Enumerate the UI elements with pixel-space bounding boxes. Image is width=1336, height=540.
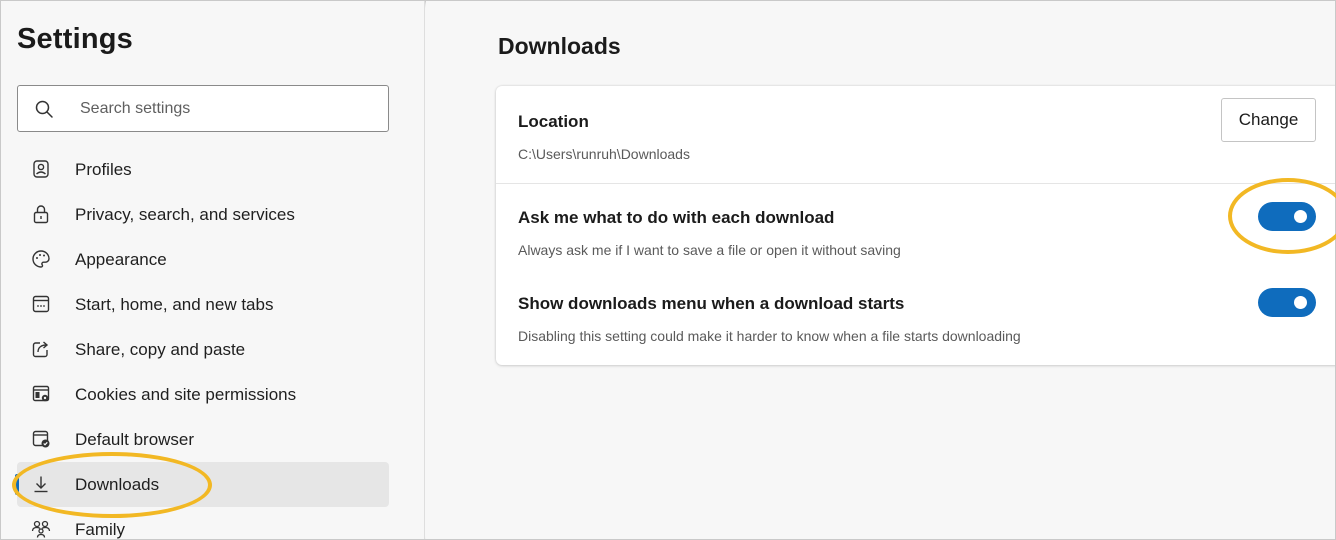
settings-sidebar: Settings Profiles Privacy, search, and s… [1,1,425,539]
search-icon [34,99,54,119]
location-row: Location C:\Users\runruh\Downloads Chang… [496,86,1335,184]
ask-each-download-title: Ask me what to do with each download [518,208,835,227]
toggle-knob [1294,210,1307,223]
sidebar-item-label: Appearance [75,249,167,269]
start-tab-icon [31,294,51,314]
sidebar-item-label: Family [75,519,126,539]
page-title: Downloads [498,33,621,59]
location-title: Location [518,112,589,131]
sidebar-item-privacy[interactable]: Privacy, search, and services [17,192,389,237]
sidebar-item-label: Start, home, and new tabs [75,294,274,314]
sidebar-item-label: Downloads [75,474,160,494]
sidebar-item-appearance[interactable]: Appearance [17,237,389,282]
sidebar-item-label: Cookies and site permissions [75,384,297,404]
sidebar-item-cookies[interactable]: Cookies and site permissions [17,372,389,417]
cookies-icon [31,384,51,404]
sidebar-item-label: Privacy, search, and services [75,204,295,224]
share-icon [31,339,51,359]
sidebar-item-share[interactable]: Share, copy and paste [17,327,389,372]
toggle-knob [1294,296,1307,309]
sidebar-item-default-browser[interactable]: Default browser [17,417,389,462]
change-location-button[interactable]: Change [1221,98,1316,142]
location-path: C:\Users\runruh\Downloads [518,146,690,162]
sidebar-item-label: Share, copy and paste [75,339,246,359]
sidebar-item-profiles[interactable]: Profiles [17,147,389,192]
lock-icon [31,204,51,224]
show-downloads-menu-title: Show downloads menu when a download star… [518,294,905,313]
ask-each-download-row: Ask me what to do with each download Alw… [496,184,1335,272]
show-downloads-menu-toggle[interactable] [1258,288,1316,317]
sidebar-item-start-home[interactable]: Start, home, and new tabs [17,282,389,327]
family-icon [31,519,51,539]
sidebar-item-label: Default browser [75,429,195,449]
profile-icon [31,159,51,179]
download-icon [31,474,51,494]
downloads-settings-card: Location C:\Users\runruh\Downloads Chang… [496,86,1335,365]
sidebar-item-family[interactable]: Family [17,507,389,539]
search-box[interactable] [17,85,389,132]
ask-each-download-toggle[interactable] [1258,202,1316,231]
palette-icon [31,249,51,269]
ask-each-download-description: Always ask me if I want to save a file o… [518,242,901,258]
sidebar-item-downloads[interactable]: Downloads [15,462,389,507]
show-downloads-menu-description: Disabling this setting could make it har… [518,328,1021,344]
default-browser-icon [31,429,51,449]
browser-settings-window: Settings Profiles Privacy, search, and s… [0,0,1336,540]
main-content: Downloads Location C:\Users\runruh\Downl… [426,1,1335,539]
settings-nav: Profiles Privacy, search, and services A… [15,147,389,539]
show-downloads-menu-row: Show downloads menu when a download star… [496,272,1335,365]
settings-title: Settings [17,23,133,55]
search-input[interactable] [80,94,370,124]
sidebar-item-label: Profiles [75,159,132,179]
